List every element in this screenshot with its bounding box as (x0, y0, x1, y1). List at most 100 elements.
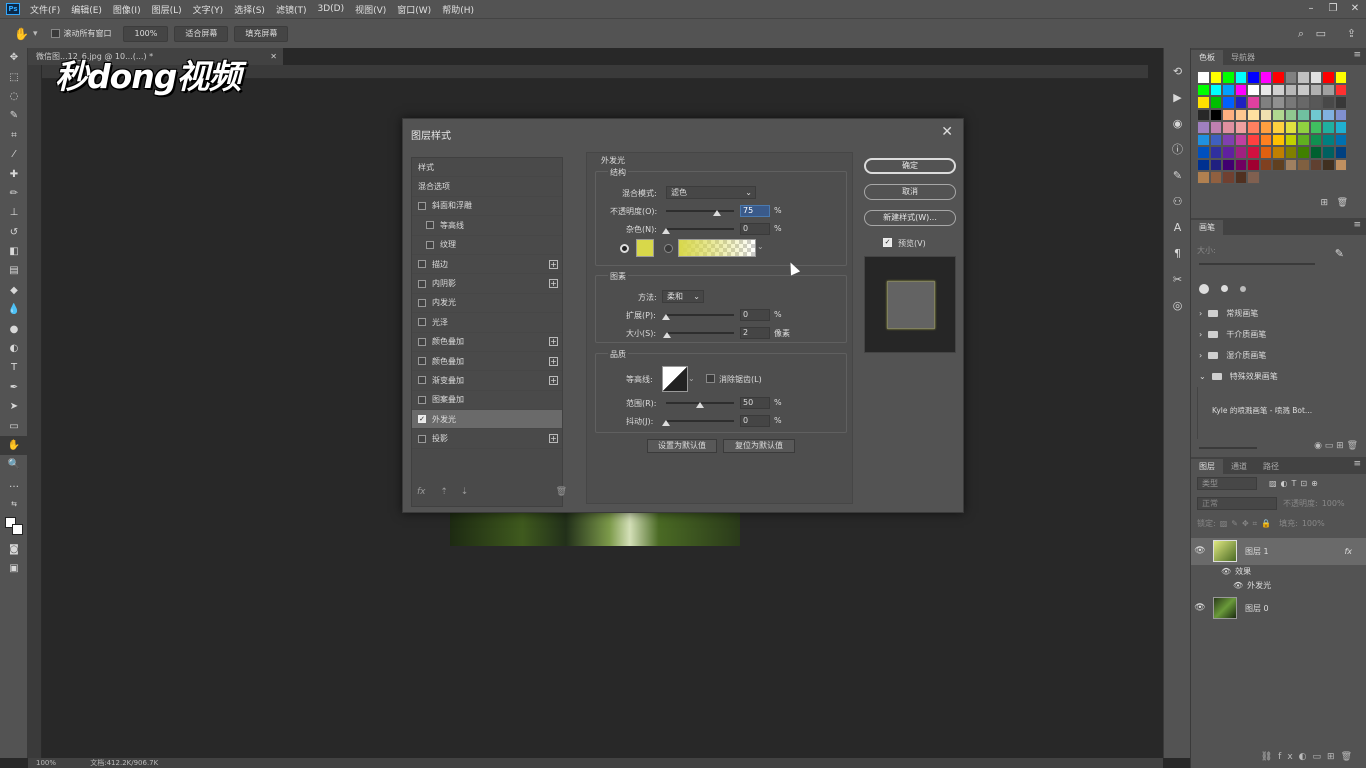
tab-channels[interactable]: 通道 (1223, 459, 1255, 474)
swatch[interactable] (1259, 158, 1272, 171)
style-list-item[interactable]: 图案叠加 (412, 391, 562, 411)
style-checkbox[interactable]: ✓ (418, 415, 426, 424)
style-checkbox[interactable] (418, 434, 426, 443)
jitter-slider-thumb[interactable] (662, 420, 670, 426)
layer-blend-mode-select[interactable]: 正常 (1197, 497, 1277, 510)
style-checkbox[interactable] (426, 240, 434, 249)
swatch[interactable] (1234, 158, 1247, 171)
swatch[interactable] (1297, 121, 1310, 134)
swatch[interactable] (1247, 71, 1260, 84)
path-select-tool-icon[interactable]: ➤ (0, 397, 28, 416)
tool-presets-icon[interactable]: ✂ (1164, 266, 1191, 292)
swatch[interactable] (1259, 108, 1272, 121)
add-effect-icon[interactable]: + (549, 259, 558, 269)
swatch[interactable] (1309, 108, 1322, 121)
tab-brushes[interactable]: 画笔 (1191, 219, 1223, 235)
document-image[interactable] (450, 512, 740, 546)
preview-checkbox[interactable]: ✓ (883, 238, 892, 247)
swatch[interactable] (1197, 146, 1210, 159)
swatch[interactable] (1309, 121, 1322, 134)
marquee-tool-icon[interactable]: ⬚ (0, 67, 28, 86)
swatch[interactable] (1247, 121, 1260, 134)
scroll-all-checkbox[interactable] (51, 29, 61, 38)
brush-footer-icons[interactable]: ◉ ▭ ⊞ 🗑 (1314, 441, 1358, 451)
close-tab-icon[interactable]: ✕ (270, 48, 277, 65)
menu-filter[interactable]: 滤镜(T) (276, 3, 307, 16)
noise-input[interactable]: 0 (740, 223, 770, 235)
swatch[interactable] (1234, 108, 1247, 121)
spread-input[interactable]: 0 (740, 309, 770, 321)
clone-source-icon[interactable]: ⚇ (1164, 188, 1191, 214)
brush-settings-icon[interactable]: ✎ (1164, 162, 1191, 188)
swatch[interactable] (1259, 71, 1272, 84)
swatch[interactable] (1284, 108, 1297, 121)
style-list-item[interactable]: 混合选项 (412, 177, 562, 197)
blur-tool-icon[interactable]: 💧 (0, 300, 28, 319)
swatch[interactable] (1197, 133, 1210, 146)
screen-mode-icon[interactable]: ▣ (0, 559, 28, 578)
opacity-input[interactable]: 75 (740, 205, 770, 217)
swap-colors-icon[interactable]: ⇆ (0, 494, 28, 513)
style-checkbox[interactable] (418, 357, 426, 366)
status-zoom[interactable]: 100% (36, 759, 56, 767)
swatch[interactable] (1209, 171, 1222, 184)
layer-kind-select[interactable]: 类型 (1197, 477, 1257, 490)
hand-tool-icon[interactable]: ✋ (14, 27, 29, 41)
style-list-item[interactable]: 颜色叠加 + (412, 333, 562, 352)
brush-preset-label[interactable]: Kyle 的喷溅画笔 - 喷溅 Bot... (1212, 405, 1312, 416)
swatch[interactable] (1197, 71, 1210, 84)
style-list-item[interactable]: 样式 (412, 158, 562, 178)
layer-filter-icons[interactable]: ▨◐T⊡⊕ (1269, 479, 1322, 488)
style-list-item[interactable]: 斜面和浮雕 (412, 197, 562, 217)
layers-footer-icons[interactable]: ⛓fx◐▭⊞🗑 (1261, 752, 1358, 762)
swatch[interactable] (1247, 133, 1260, 146)
panel-menu-icon[interactable]: ≡ (1353, 50, 1361, 60)
brush-panel-menu-icon[interactable]: ≡ (1353, 220, 1361, 230)
move-up-icon[interactable]: ⇡ (440, 487, 448, 497)
eraser-tool-icon[interactable]: ◧ (0, 242, 28, 261)
swatch[interactable] (1247, 83, 1260, 96)
tab-layers[interactable]: 图层 (1191, 458, 1223, 474)
swatch[interactable] (1197, 171, 1210, 184)
spread-slider[interactable] (666, 314, 734, 316)
technique-select[interactable]: 柔和 ⌄ (662, 290, 704, 303)
swatch[interactable] (1222, 158, 1235, 171)
jitter-slider[interactable] (666, 420, 734, 422)
swatch[interactable] (1309, 133, 1322, 146)
healing-brush-tool-icon[interactable]: ✚ (0, 164, 28, 183)
opacity-slider[interactable] (666, 210, 734, 212)
hand-tool-icon[interactable]: ✋ (0, 435, 28, 456)
layers-panel-menu-icon[interactable]: ≡ (1353, 459, 1361, 469)
swatch[interactable] (1234, 71, 1247, 84)
brush-folder[interactable]: ⌄ 特殊效果画笔 (1191, 366, 1366, 387)
style-checkbox[interactable] (418, 298, 426, 307)
size-slider-thumb[interactable] (663, 332, 671, 338)
cancel-button[interactable]: 取消 (864, 184, 956, 200)
zoom-100-button[interactable]: 100% (123, 25, 169, 42)
swatch[interactable] (1197, 121, 1210, 134)
swatch[interactable] (1334, 158, 1347, 171)
layer-opacity-value[interactable]: 100% (1322, 499, 1345, 508)
swatch[interactable] (1284, 83, 1297, 96)
swatch[interactable] (1334, 121, 1347, 134)
swatch[interactable] (1309, 83, 1322, 96)
paint-bucket-tool-icon[interactable]: ◆ (0, 281, 28, 300)
swatch[interactable] (1259, 146, 1272, 159)
swatch[interactable] (1309, 96, 1322, 109)
swatch[interactable] (1297, 133, 1310, 146)
make-default-button[interactable]: 设置为默认值 (647, 439, 717, 453)
chevron-down-icon[interactable]: ⌄ (757, 242, 764, 251)
delete-effect-icon[interactable]: 🗑 (556, 487, 567, 497)
character-panel-icon[interactable]: A (1164, 214, 1191, 240)
range-slider-thumb[interactable] (696, 402, 704, 408)
swatch[interactable] (1284, 133, 1297, 146)
swatch[interactable] (1297, 96, 1310, 109)
workspace-icon[interactable]: ▭ (1316, 27, 1326, 40)
brush-tip-icon[interactable] (1240, 285, 1246, 292)
swatch[interactable] (1209, 133, 1222, 146)
swatch[interactable] (1334, 133, 1347, 146)
style-list-item[interactable]: 光泽 (412, 313, 562, 333)
swatch[interactable] (1234, 96, 1247, 109)
swatch[interactable] (1322, 133, 1335, 146)
style-checkbox[interactable] (418, 376, 426, 385)
